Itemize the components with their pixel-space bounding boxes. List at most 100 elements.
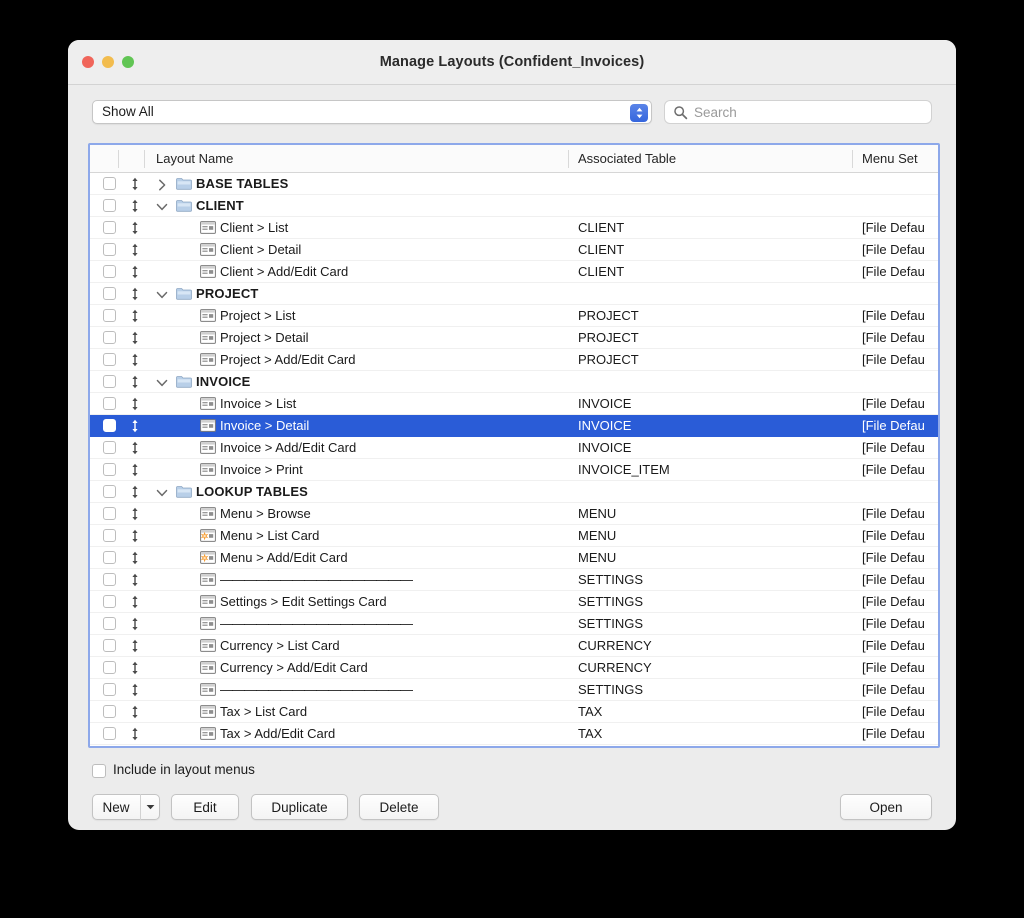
table-row[interactable]: Project > Add/Edit Card PROJECT [File Defa… xyxy=(90,349,938,371)
drag-handle-icon[interactable] xyxy=(129,309,141,323)
chevron-down-icon[interactable] xyxy=(156,486,168,498)
drag-handle-icon[interactable] xyxy=(129,485,141,499)
row-checkbox[interactable] xyxy=(103,529,116,542)
chevron-down-icon[interactable] xyxy=(156,288,168,300)
drag-handle-icon[interactable] xyxy=(129,551,141,565)
row-checkbox[interactable] xyxy=(103,353,116,366)
table-row[interactable]: CLIENT xyxy=(90,195,938,217)
chevron-right-icon[interactable] xyxy=(156,178,168,191)
row-checkbox[interactable] xyxy=(103,441,116,454)
table-row[interactable]: Client > Add/Edit Card CLIENT [File Defau xyxy=(90,261,938,283)
layout-icon xyxy=(200,727,216,745)
table-row[interactable]: Invoice > Add/Edit Card INVOICE [File Defa… xyxy=(90,437,938,459)
row-checkbox[interactable] xyxy=(103,727,116,740)
drag-handle-icon[interactable] xyxy=(129,287,141,301)
delete-button[interactable]: Delete xyxy=(359,794,439,820)
show-filter-popup-button[interactable]: Show All xyxy=(92,100,652,124)
drag-handle-icon[interactable] xyxy=(129,419,141,433)
drag-handle-icon[interactable] xyxy=(129,353,141,367)
drag-handle-icon[interactable] xyxy=(129,463,141,477)
table-row[interactable]: ———————————————— SETTINGS [File Defau xyxy=(90,613,938,635)
table-row[interactable]: PROJECT xyxy=(90,283,938,305)
row-checkbox[interactable] xyxy=(103,375,116,388)
table-row[interactable]: LOOKUP TABLES xyxy=(90,481,938,503)
row-checkbox[interactable] xyxy=(103,639,116,652)
drag-handle-icon[interactable] xyxy=(129,661,141,675)
chevron-down-icon[interactable] xyxy=(156,200,168,212)
drag-handle-icon[interactable] xyxy=(129,639,141,653)
row-checkbox[interactable] xyxy=(103,551,116,564)
drag-handle-icon[interactable] xyxy=(129,397,141,411)
search-input[interactable]: Search xyxy=(664,100,932,124)
chevron-down-icon[interactable] xyxy=(156,376,168,388)
row-checkbox[interactable] xyxy=(103,243,116,256)
drag-handle-icon[interactable] xyxy=(129,199,141,213)
row-checkbox[interactable] xyxy=(103,221,116,234)
drag-handle-icon[interactable] xyxy=(129,331,141,345)
row-checkbox[interactable] xyxy=(103,463,116,476)
table-row[interactable]: Client > List CLIENT [File Defau xyxy=(90,217,938,239)
include-in-layout-menus-checkbox[interactable] xyxy=(92,764,106,778)
row-checkbox[interactable] xyxy=(103,419,116,432)
layouts-list[interactable]: Layout Name Associated Table Menu Set BA… xyxy=(88,143,940,748)
duplicate-button[interactable]: Duplicate xyxy=(251,794,348,820)
row-checkbox[interactable] xyxy=(103,485,116,498)
layout-row-label: Settings > Edit Settings Card xyxy=(220,594,387,609)
drag-handle-icon[interactable] xyxy=(129,243,141,257)
drag-handle-icon[interactable] xyxy=(129,529,141,543)
edit-button[interactable]: Edit xyxy=(171,794,239,820)
row-checkbox[interactable] xyxy=(103,595,116,608)
row-checkbox[interactable] xyxy=(103,617,116,630)
drag-handle-icon[interactable] xyxy=(129,507,141,521)
table-row[interactable]: Project > List PROJECT [File Defau xyxy=(90,305,938,327)
row-checkbox[interactable] xyxy=(103,705,116,718)
cell-associated-table: SETTINGS xyxy=(578,616,644,631)
column-header-associated-table[interactable]: Associated Table xyxy=(578,151,676,166)
row-checkbox[interactable] xyxy=(103,573,116,586)
column-header-layout-name[interactable]: Layout Name xyxy=(156,151,233,166)
table-row[interactable]: Invoice > Print INVOICE_ITEM [File Defau xyxy=(90,459,938,481)
row-checkbox[interactable] xyxy=(103,331,116,344)
row-checkbox[interactable] xyxy=(103,683,116,696)
table-row[interactable]: Tax > Add/Edit Card TAX [File Defau xyxy=(90,723,938,745)
row-checkbox[interactable] xyxy=(103,177,116,190)
drag-handle-icon[interactable] xyxy=(129,265,141,279)
drag-handle-icon[interactable] xyxy=(129,683,141,697)
open-button[interactable]: Open xyxy=(840,794,932,820)
table-row[interactable]: Invoice > List INVOICE [File Defau xyxy=(90,393,938,415)
table-row[interactable]: Currency > Add/Edit Card CURRENCY [File De… xyxy=(90,657,938,679)
triangle-down-icon[interactable] xyxy=(140,794,160,820)
drag-handle-icon[interactable] xyxy=(129,595,141,609)
table-row[interactable]: Settings > Edit Settings Card SETTINGS [Fi… xyxy=(90,591,938,613)
column-header-menu-set[interactable]: Menu Set xyxy=(862,151,918,166)
window-titlebar: Manage Layouts (Confident_Invoices) xyxy=(68,40,956,85)
drag-handle-icon[interactable] xyxy=(129,441,141,455)
table-row[interactable]: Tax > List Card TAX [File Defau xyxy=(90,701,938,723)
table-row[interactable]: ———————————————— SETTINGS [File Defau xyxy=(90,679,938,701)
row-checkbox[interactable] xyxy=(103,287,116,300)
row-checkbox[interactable] xyxy=(103,397,116,410)
table-row[interactable]: ———————————————— SETTINGS [File Defau xyxy=(90,569,938,591)
table-row[interactable]: Client > Detail CLIENT [File Defau xyxy=(90,239,938,261)
table-row[interactable]: Menu > Browse MENU [File Defau xyxy=(90,503,938,525)
table-row[interactable]: INVOICE xyxy=(90,371,938,393)
toolbar: Show All Search xyxy=(68,85,956,138)
row-checkbox[interactable] xyxy=(103,199,116,212)
row-checkbox[interactable] xyxy=(103,507,116,520)
drag-handle-icon[interactable] xyxy=(129,177,141,191)
row-checkbox[interactable] xyxy=(103,661,116,674)
table-row[interactable]: Invoice > Detail INVOICE [File Defau xyxy=(90,415,938,437)
row-checkbox[interactable] xyxy=(103,309,116,322)
table-row[interactable]: Menu > Add/Edit Card MENU [File Defau xyxy=(90,547,938,569)
drag-handle-icon[interactable] xyxy=(129,573,141,587)
drag-handle-icon[interactable] xyxy=(129,221,141,235)
table-row[interactable]: Currency > List Card CURRENCY [File Defau xyxy=(90,635,938,657)
table-row[interactable]: BASE TABLES xyxy=(90,173,938,195)
table-row[interactable]: Menu > List Card MENU [File Defau xyxy=(90,525,938,547)
table-row[interactable]: Project > Detail PROJECT [File Defau xyxy=(90,327,938,349)
drag-handle-icon[interactable] xyxy=(129,705,141,719)
row-checkbox[interactable] xyxy=(103,265,116,278)
drag-handle-icon[interactable] xyxy=(129,617,141,631)
drag-handle-icon[interactable] xyxy=(129,727,141,741)
drag-handle-icon[interactable] xyxy=(129,375,141,389)
